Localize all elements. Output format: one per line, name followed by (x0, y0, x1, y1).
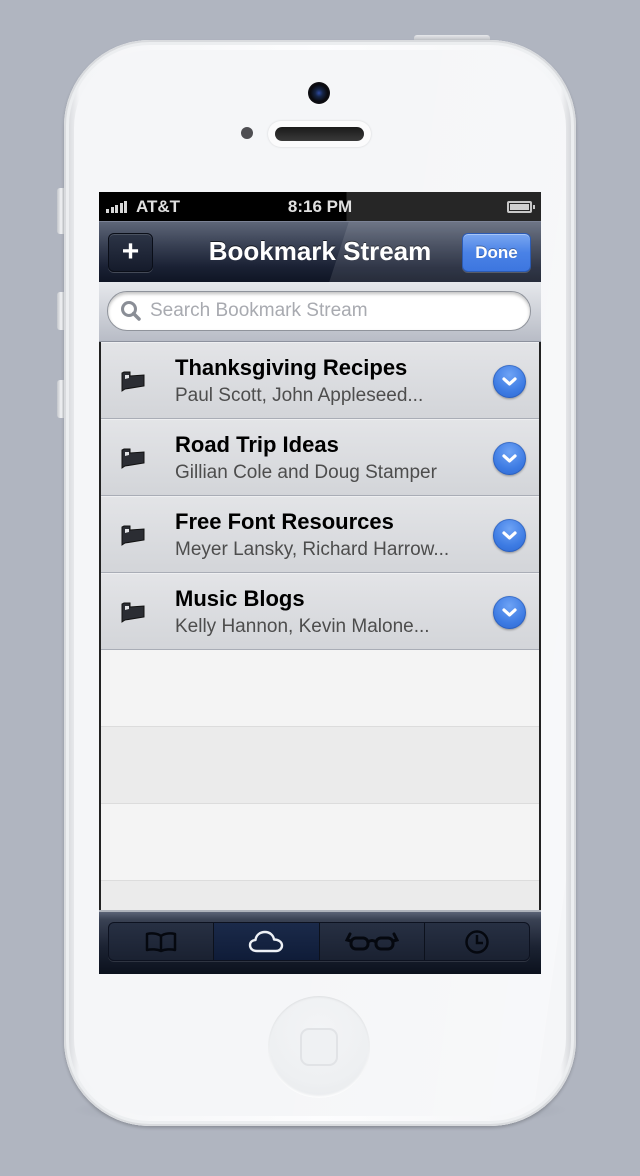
glasses-icon (344, 932, 399, 950)
proximity-sensor (241, 127, 253, 139)
folder-icon (121, 448, 145, 469)
folder-icon (121, 371, 145, 392)
bookmark-title: Road Trip Ideas (175, 432, 339, 457)
tab-bookmarks[interactable] (109, 923, 215, 960)
bookmark-title: Free Font Resources (175, 509, 394, 534)
clock-icon (465, 929, 489, 954)
bookmark-list: Thanksgiving Recipes Paul Scott, John Ap… (99, 342, 541, 910)
tab-history[interactable] (425, 923, 529, 960)
bookmark-subtitle: Paul Scott, John Appleseed... (175, 385, 424, 406)
list-item[interactable]: Free Font Resources Meyer Lansky, Richar… (101, 496, 539, 573)
list-item[interactable]: Road Trip Ideas Gillian Cole and Doug St… (101, 419, 539, 496)
folder-icon (121, 602, 145, 623)
search-icon (121, 301, 141, 321)
mute-switch (57, 188, 64, 234)
status-time: 8:16 PM (287, 197, 353, 216)
disclosure-button[interactable] (493, 365, 526, 398)
list-item[interactable]: Music Blogs Kelly Hannon, Kevin Malone..… (101, 573, 539, 650)
chevron-down-icon (502, 377, 517, 386)
list-item[interactable]: Thanksgiving Recipes Paul Scott, John Ap… (101, 342, 539, 419)
earpiece-speaker (275, 127, 364, 141)
folder-icon (121, 525, 145, 546)
disclosure-button[interactable] (493, 519, 526, 552)
bookmark-subtitle: Kelly Hannon, Kevin Malone... (175, 616, 430, 637)
empty-row (101, 804, 539, 881)
chevron-down-icon (502, 608, 517, 617)
battery-icon (507, 201, 535, 213)
home-button[interactable] (268, 996, 370, 1098)
bookmark-title: Thanksgiving Recipes (175, 355, 408, 380)
cloud-icon (249, 930, 284, 952)
chevron-down-icon (502, 454, 517, 463)
search-field[interactable] (107, 291, 531, 331)
bookmark-subtitle: Meyer Lansky, Richard Harrow... (175, 539, 450, 560)
book-icon (145, 931, 177, 952)
screen: AT&T 8:16 PM + Bookmark Stream Done Than… (99, 192, 541, 974)
tab-bar (99, 910, 541, 974)
navigation-bar: + Bookmark Stream Done (99, 221, 541, 282)
front-camera (308, 82, 330, 104)
home-square-icon (300, 1028, 338, 1066)
search-input[interactable] (150, 292, 520, 330)
tab-reading-list[interactable] (320, 923, 425, 960)
disclosure-button[interactable] (493, 596, 526, 629)
done-button[interactable]: Done (462, 233, 531, 272)
empty-row (101, 650, 539, 727)
volume-down-button (57, 380, 64, 418)
empty-row (101, 881, 539, 910)
empty-row (101, 727, 539, 804)
disclosure-button[interactable] (493, 442, 526, 475)
bookmark-subtitle: Gillian Cole and Doug Stamper (175, 462, 437, 483)
tab-cloud[interactable] (214, 923, 320, 960)
chevron-down-icon (502, 531, 517, 540)
tab-segmented-control (108, 922, 530, 961)
search-bar (99, 282, 541, 342)
volume-up-button (57, 292, 64, 330)
bookmark-title: Music Blogs (175, 586, 305, 611)
status-bar: AT&T 8:16 PM (99, 192, 541, 221)
